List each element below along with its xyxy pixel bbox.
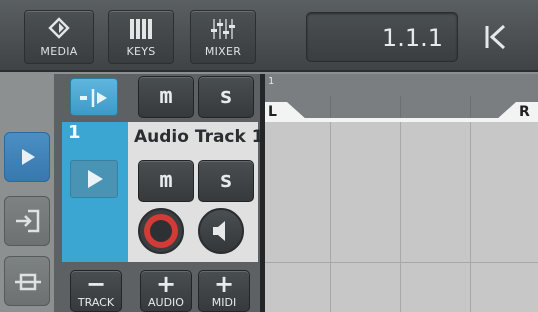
mixer-icon xyxy=(211,19,235,39)
add-midi-track-button[interactable]: + MIDI xyxy=(198,270,250,312)
keys-button[interactable]: KEYS xyxy=(108,10,174,64)
grid-line xyxy=(330,122,331,312)
mute-glyph: m xyxy=(159,168,173,193)
top-toolbar: MEDIA KEYS MIXER 1.1.1 xyxy=(0,0,538,72)
record-arm-button[interactable] xyxy=(138,208,184,254)
snap-icon xyxy=(80,89,107,107)
position-display[interactable]: 1.1.1 xyxy=(306,12,458,62)
solo-glyph: s xyxy=(219,84,233,109)
speaker-icon xyxy=(213,221,225,241)
snap-button[interactable] xyxy=(70,78,118,116)
inspector-toggle-button[interactable] xyxy=(4,132,50,182)
track-number: 1 xyxy=(68,122,81,143)
media-icon xyxy=(48,17,70,39)
left-locator-label: L xyxy=(268,104,277,120)
minus-icon: − xyxy=(85,270,107,298)
remove-track-button[interactable]: − TRACK xyxy=(70,270,122,312)
media-button[interactable]: MEDIA xyxy=(24,10,94,64)
import-icon xyxy=(16,209,40,233)
right-locator-label: R xyxy=(519,104,530,120)
track-name[interactable]: Audio Track 1 xyxy=(134,127,264,147)
monitor-button[interactable] xyxy=(198,208,244,254)
track-solo-button[interactable]: s xyxy=(198,160,254,202)
track-play-button[interactable] xyxy=(70,160,118,198)
grid-line xyxy=(470,122,471,312)
lane-separator xyxy=(265,262,538,263)
bar-number: 1 xyxy=(268,76,275,87)
mixer-label: MIXER xyxy=(204,45,242,58)
midi-label: MIDI xyxy=(211,296,237,309)
media-label: MEDIA xyxy=(40,45,78,58)
plus-icon: + xyxy=(213,270,235,298)
rewind-to-start-button[interactable] xyxy=(466,10,526,64)
audio-label: AUDIO xyxy=(148,296,184,309)
mixer-button[interactable]: MIXER xyxy=(190,10,256,64)
loop-icon xyxy=(15,273,41,291)
import-button[interactable] xyxy=(4,196,50,246)
grid-line xyxy=(400,122,401,312)
add-audio-track-button[interactable]: + AUDIO xyxy=(140,270,192,312)
right-locator-icon[interactable] xyxy=(494,100,538,122)
global-mute-button[interactable]: m xyxy=(138,76,194,118)
track-label: TRACK xyxy=(77,296,115,309)
keys-icon xyxy=(130,19,152,39)
plus-icon: + xyxy=(155,270,177,298)
mute-glyph: m xyxy=(159,84,173,109)
rewind-to-start-icon xyxy=(485,24,506,50)
arrange-area[interactable] xyxy=(265,122,538,312)
track-mute-button[interactable]: m xyxy=(138,160,194,202)
keys-label: KEYS xyxy=(126,45,156,58)
record-icon xyxy=(144,214,178,248)
solo-glyph: s xyxy=(219,168,233,193)
loop-button[interactable] xyxy=(4,256,50,306)
play-icon xyxy=(88,170,103,188)
global-solo-button[interactable]: s xyxy=(198,76,254,118)
expand-arrow-icon xyxy=(22,149,35,165)
